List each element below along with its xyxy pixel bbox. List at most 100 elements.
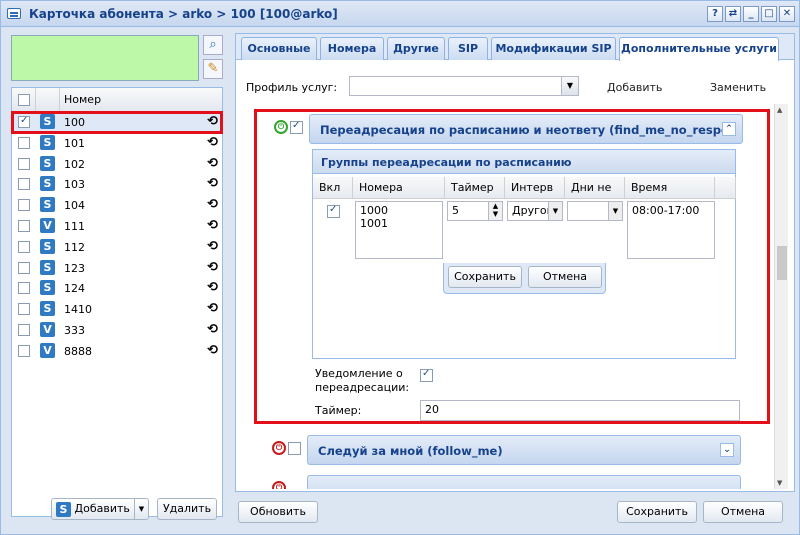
services-scrollbar[interactable]: ▲ ▼ bbox=[774, 104, 788, 489]
history-icon[interactable]: ⟲ bbox=[207, 135, 218, 150]
history-icon[interactable]: ⟲ bbox=[207, 218, 218, 233]
service-enabled-checkbox[interactable] bbox=[290, 120, 303, 134]
swap-button[interactable]: ⇄ bbox=[725, 6, 741, 22]
tab-sip-modifications[interactable]: Модификации SIP bbox=[491, 37, 616, 60]
subscriber-row[interactable]: V 111 ⟲ bbox=[12, 216, 222, 237]
tab-additional-services[interactable]: Дополнительные услуги bbox=[619, 37, 779, 61]
row-checkbox[interactable] bbox=[18, 219, 30, 232]
subscriber-row[interactable]: S 100 ⟲ bbox=[11, 111, 223, 134]
services-scroll-area[interactable]: ⏻ Переадресация по расписанию и неответу… bbox=[242, 104, 788, 489]
row-checkbox[interactable] bbox=[18, 178, 30, 191]
select-all-checkbox[interactable] bbox=[18, 94, 30, 106]
cancel-button[interactable]: Отмена bbox=[703, 501, 783, 523]
chevron-down-icon[interactable]: ▼ bbox=[561, 77, 578, 95]
history-icon[interactable]: ⟲ bbox=[207, 114, 218, 129]
subscriber-row[interactable]: S 112 ⟲ bbox=[12, 237, 222, 258]
row-save-button[interactable]: Сохранить bbox=[448, 266, 522, 288]
edit-icon[interactable]: ✎ bbox=[203, 59, 223, 79]
interval-select[interactable]: Другой ▼ bbox=[507, 201, 563, 221]
col-enabled[interactable]: Вкл bbox=[313, 177, 353, 199]
next-service-header[interactable] bbox=[307, 475, 741, 489]
timer-input[interactable]: 20 bbox=[420, 400, 740, 421]
scroll-thumb[interactable] bbox=[777, 246, 787, 280]
help-button[interactable]: ? bbox=[707, 6, 723, 22]
time-field[interactable]: 08:00-17:00 bbox=[627, 201, 715, 259]
follow-me-checkbox[interactable] bbox=[288, 442, 301, 455]
minimize-button[interactable]: _ bbox=[743, 6, 759, 22]
add-subscriber-button[interactable]: S Добавить ▼ bbox=[51, 498, 149, 520]
tab-main[interactable]: Основные bbox=[241, 37, 317, 60]
chevron-down-icon[interactable]: ▼ bbox=[608, 202, 622, 220]
power-on-icon[interactable]: ⏻ bbox=[274, 120, 288, 134]
row-checkbox[interactable] bbox=[18, 261, 30, 274]
maximize-button[interactable]: □ bbox=[761, 6, 777, 22]
history-icon[interactable]: ⟲ bbox=[207, 156, 218, 171]
stepper-arrows-icon[interactable]: ▲ ▼ bbox=[488, 202, 502, 220]
row-checkbox[interactable] bbox=[18, 157, 30, 170]
virtual-type-icon: V bbox=[40, 321, 55, 337]
col-time[interactable]: Время bbox=[625, 177, 715, 199]
history-icon[interactable]: ⟲ bbox=[207, 239, 218, 254]
collapse-up-icon[interactable]: ⌃ bbox=[722, 122, 736, 136]
service-title: Переадресация по расписанию и неответу (… bbox=[320, 123, 729, 137]
row-cancel-button[interactable]: Отмена bbox=[528, 266, 602, 288]
subscriber-row[interactable]: S 101 ⟲ bbox=[12, 133, 222, 154]
close-button[interactable]: ✕ bbox=[779, 6, 795, 22]
notify-checkbox[interactable] bbox=[420, 368, 433, 382]
col-days[interactable]: Дни не bbox=[565, 177, 625, 199]
row-checkbox[interactable] bbox=[18, 240, 30, 253]
find-me-no-response-header[interactable]: Переадресация по расписанию и неответу (… bbox=[309, 114, 743, 144]
expand-down-icon[interactable]: ⌄ bbox=[720, 443, 734, 457]
subscriber-row[interactable]: V 8888 ⟲ bbox=[12, 341, 222, 362]
timer-stepper[interactable]: 5 ▲ ▼ bbox=[447, 201, 503, 221]
row-checkbox[interactable] bbox=[18, 303, 30, 316]
subscriber-row[interactable]: S 1410 ⟲ bbox=[12, 299, 222, 320]
numbers-field[interactable]: 1000 1001 bbox=[355, 201, 443, 259]
tab-other[interactable]: Другие bbox=[387, 37, 445, 60]
subscriber-row[interactable]: S 104 ⟲ bbox=[12, 195, 222, 216]
row-checkbox[interactable] bbox=[18, 199, 30, 212]
subscriber-row[interactable]: S 102 ⟲ bbox=[12, 154, 222, 175]
history-icon[interactable]: ⟲ bbox=[207, 260, 218, 275]
schedule-groups-panel: Группы переадресации по расписанию Вкл Н… bbox=[312, 149, 736, 359]
tab-sip[interactable]: SIP bbox=[448, 37, 488, 60]
follow-me-header[interactable]: Следуй за мной (follow_me) ⌄ bbox=[307, 435, 741, 465]
row-checkbox[interactable] bbox=[18, 136, 30, 149]
power-off-icon[interactable]: ⏻ bbox=[272, 441, 286, 455]
history-icon[interactable]: ⟲ bbox=[207, 176, 218, 191]
row-checkbox[interactable] bbox=[18, 344, 30, 357]
profile-add-button[interactable]: Добавить bbox=[607, 81, 662, 94]
save-button[interactable]: Сохранить bbox=[617, 501, 697, 523]
scroll-up-icon[interactable]: ▲ bbox=[777, 106, 782, 114]
col-numbers[interactable]: Номера bbox=[353, 177, 445, 199]
col-timer[interactable]: Таймер bbox=[445, 177, 505, 199]
subscriber-number: 100 bbox=[64, 116, 85, 129]
row-checkbox[interactable] bbox=[18, 323, 30, 336]
profile-select[interactable]: ▼ bbox=[349, 76, 579, 96]
row-enabled-checkbox[interactable] bbox=[327, 204, 340, 218]
chevron-down-icon[interactable]: ▼ bbox=[134, 499, 148, 519]
history-icon[interactable]: ⟲ bbox=[207, 301, 218, 316]
subscriber-row[interactable]: V 333 ⟲ bbox=[12, 320, 222, 341]
subscriber-row[interactable]: S 103 ⟲ bbox=[12, 174, 222, 195]
scroll-down-icon[interactable]: ▼ bbox=[777, 479, 782, 487]
history-icon[interactable]: ⟲ bbox=[207, 322, 218, 337]
tab-numbers[interactable]: Номера bbox=[320, 37, 384, 60]
search-icon[interactable]: ⌕ bbox=[203, 35, 223, 55]
highlight-frame: ⏻ Переадресация по расписанию и неответу… bbox=[254, 109, 770, 424]
refresh-button[interactable]: Обновить bbox=[238, 501, 318, 523]
number-column-header[interactable]: Номер bbox=[64, 93, 101, 106]
col-interval[interactable]: Интерв bbox=[505, 177, 565, 199]
history-icon[interactable]: ⟲ bbox=[207, 197, 218, 212]
profile-replace-button[interactable]: Заменить bbox=[710, 81, 766, 94]
chevron-down-icon[interactable]: ▼ bbox=[548, 202, 562, 220]
days-select[interactable]: ▼ bbox=[567, 201, 623, 221]
history-icon[interactable]: ⟲ bbox=[207, 343, 218, 358]
row-checkbox[interactable] bbox=[18, 282, 30, 295]
power-off-icon[interactable]: ⏻ bbox=[272, 481, 286, 489]
row-checkbox[interactable] bbox=[18, 115, 30, 128]
subscriber-row[interactable]: S 123 ⟲ bbox=[12, 258, 222, 279]
subscriber-row[interactable]: S 124 ⟲ bbox=[12, 278, 222, 299]
delete-subscriber-button[interactable]: Удалить bbox=[157, 498, 217, 520]
history-icon[interactable]: ⟲ bbox=[207, 280, 218, 295]
